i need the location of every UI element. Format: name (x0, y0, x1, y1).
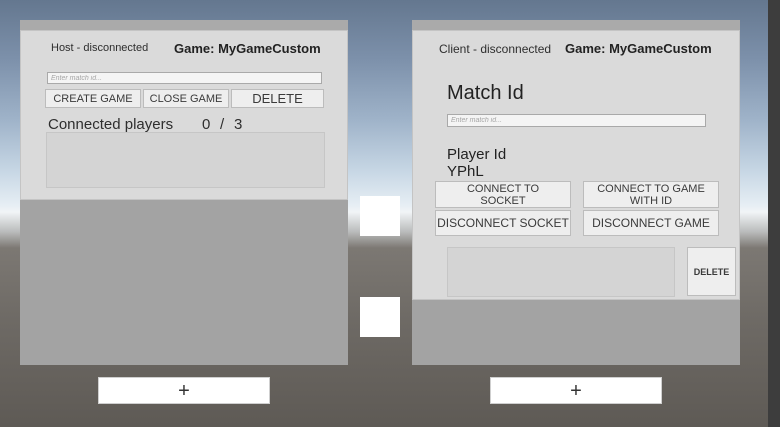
match-id-heading: Match Id (447, 82, 524, 104)
host-delete-button[interactable]: DELETE (231, 89, 324, 108)
players-list-area (46, 132, 325, 188)
client-match-id-input[interactable] (447, 114, 706, 127)
add-client-button[interactable]: + (490, 377, 662, 404)
create-game-button[interactable]: CREATE GAME (45, 89, 141, 108)
scene-right-edge (768, 0, 780, 427)
player-id-label: Player Id (447, 146, 507, 163)
disconnect-socket-button[interactable]: DISCONNECT SOCKET (435, 210, 571, 236)
client-delete-button[interactable]: DELETE (687, 247, 736, 296)
client-log-area (447, 247, 675, 297)
players-current: 0 (202, 116, 211, 133)
host-status: Host - disconnected (51, 42, 149, 54)
host-match-id-input[interactable] (47, 72, 322, 84)
add-host-button[interactable]: + (98, 377, 270, 404)
center-square-bottom (360, 297, 400, 337)
host-card: Host - disconnected Game: MyGameCustom C… (20, 30, 348, 200)
connected-players-label: Connected players (48, 116, 174, 133)
players-max: 3 (234, 116, 243, 133)
client-card: Client - disconnected Game: MyGameCustom… (412, 30, 740, 300)
client-game-label: Game: MyGameCustom (565, 41, 712, 56)
host-game-label: Game: MyGameCustom (174, 41, 321, 56)
center-square-top (360, 196, 400, 236)
disconnect-game-button[interactable]: DISCONNECT GAME (583, 210, 719, 236)
client-status: Client - disconnected (439, 42, 552, 56)
connect-game-with-id-button[interactable]: CONNECT TO GAME WITH ID (583, 181, 719, 208)
players-separator: / (220, 116, 225, 133)
client-panel-header-strip (412, 20, 740, 30)
connect-socket-button[interactable]: CONNECT TO SOCKET (435, 181, 571, 208)
host-panel-header-strip (20, 20, 348, 30)
player-id-value: YPhL (447, 163, 484, 180)
close-game-button[interactable]: CLOSE GAME (143, 89, 229, 108)
